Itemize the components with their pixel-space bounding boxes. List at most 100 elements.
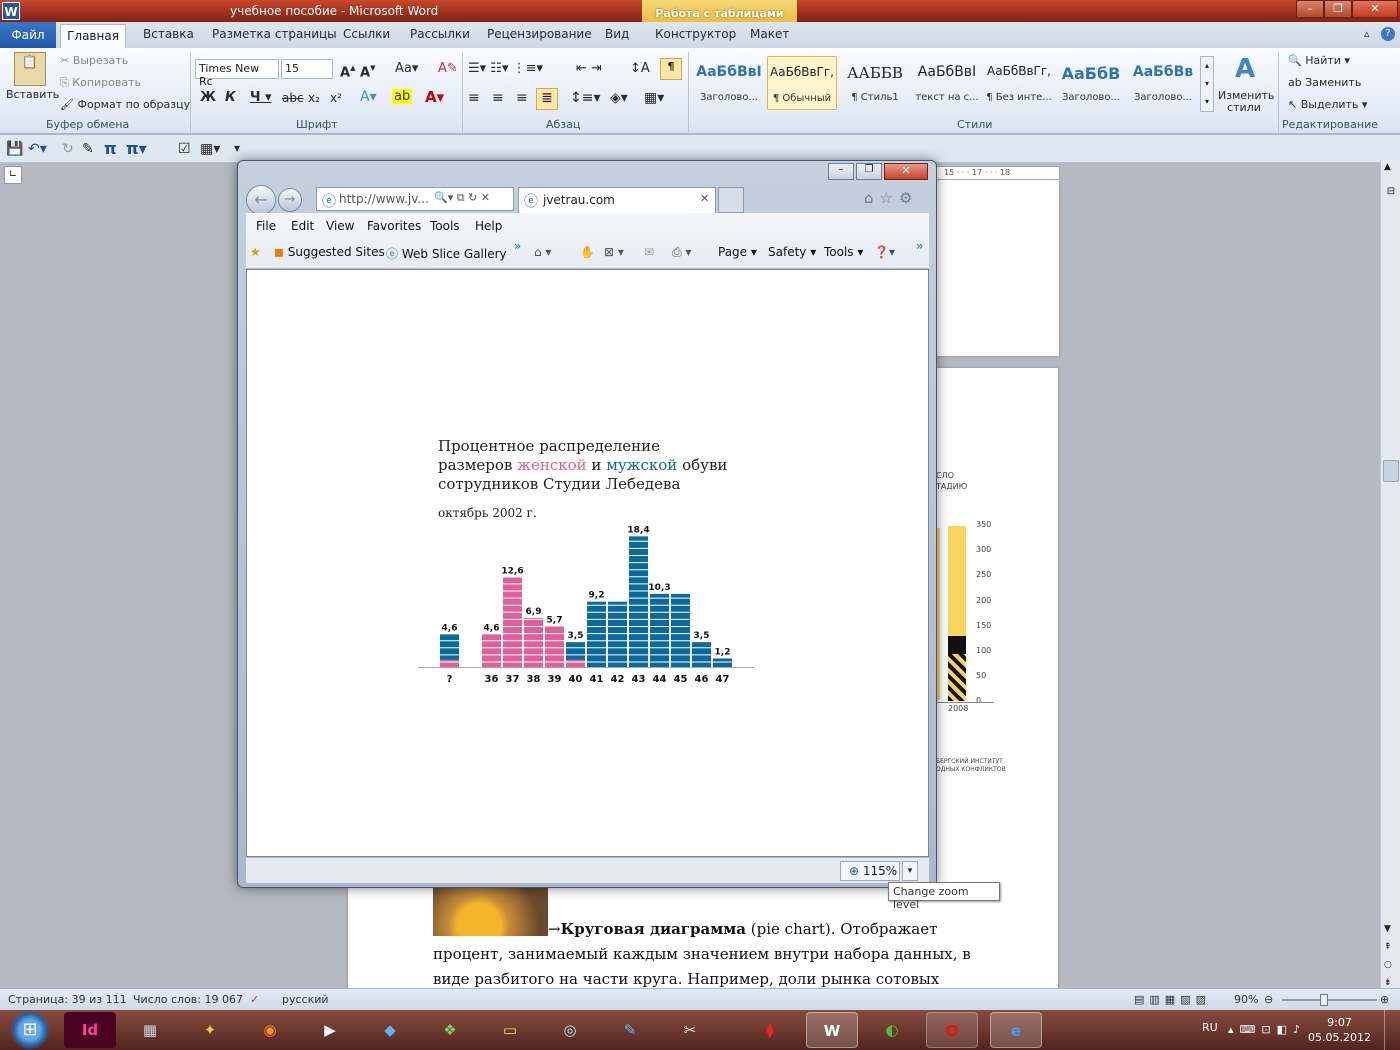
app-icon[interactable]: ✎ <box>604 1012 656 1048</box>
help-icon[interactable]: ? <box>1381 27 1395 41</box>
tab-review[interactable]: Рецензирование <box>487 27 592 41</box>
style-heading3[interactable]: АаБбВв Заголово... <box>1128 56 1198 110</box>
highlight-icon[interactable]: ab <box>392 89 413 104</box>
media-player-icon[interactable]: ▶ <box>304 1012 356 1048</box>
tab-layout[interactable]: Макет <box>750 27 789 41</box>
minimize-icon[interactable]: – <box>1296 0 1324 18</box>
style-text[interactable]: АаБбВвІ текст на с... <box>912 56 982 110</box>
tab-home[interactable]: Главная <box>60 24 126 48</box>
zoom-out-icon[interactable]: ⊖ <box>1264 993 1273 1006</box>
ie-suggested-sites[interactable]: ◼ Suggested Sites <box>274 245 385 259</box>
grow-font-icon[interactable]: A▴ A▾ <box>340 61 376 80</box>
align-center-icon[interactable]: ≡ <box>492 90 504 106</box>
change-case-icon[interactable]: Aa▾ <box>395 61 418 76</box>
ie-safety-menu[interactable]: Safety ▾ <box>768 245 816 259</box>
chrome-icon[interactable]: ◐ <box>866 1012 918 1048</box>
app-icon[interactable]: ◉ <box>244 1012 296 1048</box>
tab-references[interactable]: Ссылки <box>343 27 390 41</box>
ie-home-icon[interactable]: ⌂ ▾ <box>534 245 551 259</box>
ie-taskbar-icon[interactable]: e <box>990 1012 1042 1048</box>
borders-icon[interactable]: ▦▾ <box>644 90 664 106</box>
ie-menu-tools[interactable]: Tools <box>430 219 460 233</box>
show-marks-button[interactable]: ¶ <box>660 58 682 80</box>
ie-more-favorites-icon[interactable]: » <box>514 239 521 253</box>
ie-hand-icon[interactable]: ✋ <box>580 245 595 259</box>
ie-favorites-star-icon[interactable]: ★ <box>250 245 261 259</box>
indesign-icon[interactable]: Id <box>64 1012 116 1048</box>
language-indicator[interactable]: RU <box>1202 1021 1218 1034</box>
tab-page-layout[interactable]: Разметка страницы <box>212 27 337 41</box>
tab-file[interactable]: Файл <box>0 22 56 48</box>
ie-page-menu[interactable]: Page ▾ <box>718 245 757 259</box>
ie-zoom-dropdown-icon[interactable]: ▾ <box>902 861 918 881</box>
table-icon[interactable]: ▦▾ <box>200 141 220 157</box>
ie-menu-file[interactable]: File <box>256 219 276 233</box>
justify-button[interactable]: ≣ <box>536 88 558 110</box>
find-button[interactable]: 🔍 Найти ▾ <box>1288 54 1350 67</box>
app-icon[interactable]: ◆ <box>364 1012 416 1048</box>
ie-tab-close-icon[interactable]: ✕ <box>700 192 709 205</box>
start-button-icon[interactable]: ⊞ <box>2 1010 58 1050</box>
ribbon-minimize-icon[interactable]: ▵ <box>1364 27 1370 40</box>
ie-tools-menu[interactable]: Tools ▾ <box>824 245 863 259</box>
ie-restore-icon[interactable]: ❐ <box>856 163 882 180</box>
zoom-slider-thumb[interactable] <box>1320 994 1328 1006</box>
text-effects-icon[interactable]: A▾ <box>360 89 377 105</box>
app-icon[interactable]: ✂ <box>664 1012 716 1048</box>
replace-button[interactable]: ab Заменить <box>1288 76 1361 89</box>
ie-more-commands-icon[interactable]: » <box>916 239 923 253</box>
paste-button[interactable]: Вставить <box>6 88 59 101</box>
word-logo-icon[interactable]: W <box>2 2 20 20</box>
scroll-nav-icons[interactable]: ▼ ⇞ ○ ⇟ <box>1384 920 1392 992</box>
bold-button[interactable]: Ж <box>200 90 216 105</box>
tab-view[interactable]: Вид <box>605 27 629 41</box>
app-icon[interactable]: ❖ <box>424 1012 476 1048</box>
sort-icon[interactable]: ↕A <box>630 61 650 76</box>
close-icon[interactable]: ✕ <box>1352 0 1398 18</box>
font-color-icon[interactable]: A▾ <box>425 88 444 106</box>
show-desktop-button[interactable] <box>1384 1010 1400 1050</box>
horizontal-ruler[interactable]: 15 · · · 17 · · · 18 <box>935 166 1060 180</box>
cut-button[interactable]: ✂ Вырезать <box>60 54 128 67</box>
ie-minimize-icon[interactable]: – <box>828 163 854 180</box>
safari-icon[interactable]: ◎ <box>544 1012 596 1048</box>
ruler-toggle-icon[interactable]: ⊟ <box>1383 186 1399 202</box>
bullets-icon[interactable]: ☰▾ ☷▾ ⋮≡▾ <box>468 61 543 76</box>
clock[interactable]: 9:07 05.05.2012 <box>1308 1015 1371 1045</box>
scroll-thumb[interactable] <box>1383 460 1399 482</box>
ie-tab[interactable]: jvetrau.com <box>518 187 716 213</box>
ie-print-icon[interactable]: ⎙ ▾ <box>672 245 691 260</box>
acrobat-icon[interactable]: ⧫ <box>744 1012 796 1048</box>
vertical-scrollbar[interactable]: ▲ ⊟ ▼ ⇞ ○ ⇟ <box>1380 160 1400 988</box>
ie-menu-view[interactable]: View <box>326 219 354 233</box>
ie-web-slice-gallery[interactable]: ⓔ Web Slice Gallery <box>386 245 507 262</box>
undo-icon[interactable]: ↶▾ <box>28 141 47 157</box>
shading-icon[interactable]: ◈▾ <box>610 90 628 106</box>
styles-scroll[interactable]: ▴ ▾ ▾ <box>1200 56 1214 112</box>
ie-help-icon[interactable]: ❓▾ <box>874 245 895 259</box>
ie-back-button[interactable]: ← <box>246 185 276 215</box>
align-right-icon[interactable]: ≡ <box>516 90 528 106</box>
underline-button[interactable]: Ч ▾ <box>250 90 272 105</box>
maximize-icon[interactable]: ❐ <box>1324 0 1352 18</box>
ie-menu-help[interactable]: Help <box>475 219 502 233</box>
line-spacing-icon[interactable]: ↕≡▾ <box>570 90 601 106</box>
ie-forward-button[interactable]: → <box>278 188 302 212</box>
align-left-icon[interactable]: ≡ <box>468 90 480 106</box>
proofing-icon[interactable]: ✓ <box>250 993 259 1006</box>
ie-menu-favorites[interactable]: Favorites <box>367 219 421 233</box>
subscript-button[interactable]: x₂ <box>308 91 320 105</box>
tab-insert[interactable]: Вставка <box>143 27 194 41</box>
italic-button[interactable]: К <box>225 90 236 105</box>
style-style1[interactable]: ААББВ ¶ Стиль1 <box>840 56 910 110</box>
change-styles-icon[interactable]: A <box>1224 54 1266 84</box>
status-page[interactable]: Страница: 39 из 111 <box>8 993 127 1006</box>
ie-address-tools-icons[interactable]: 🔍▾ ⧉ ↻ ✕ <box>434 191 490 205</box>
word-taskbar-icon[interactable]: W <box>806 1012 858 1048</box>
save-icon[interactable]: 💾 <box>6 141 23 157</box>
style-heading2[interactable]: АаБбВ Заголово... <box>1056 56 1126 110</box>
style-no-spacing[interactable]: АаБбВвГг, ¶ Без инте... <box>984 56 1054 110</box>
tab-design[interactable]: Конструктор <box>655 27 736 41</box>
redo-icon[interactable]: ↻ <box>62 141 74 157</box>
scroll-up-icon[interactable]: ▲ <box>1384 162 1391 172</box>
